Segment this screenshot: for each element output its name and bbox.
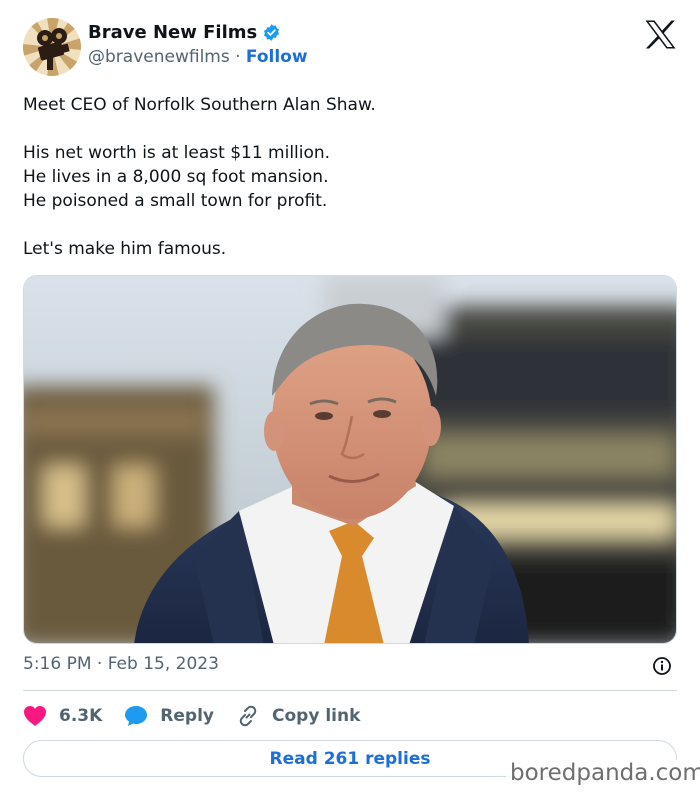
reply-button[interactable]: Reply (124, 705, 214, 727)
copy-link-button[interactable]: Copy link (236, 704, 360, 728)
tweet-line: His net worth is at least $11 million. (23, 143, 331, 163)
handle-separator: · (235, 47, 241, 67)
tweet-actions: 6.3K Reply Copy link (23, 702, 382, 730)
tweet-line: He poisoned a small town for profit. (23, 191, 328, 211)
author-avatar[interactable] (23, 18, 81, 76)
portrait-photo (24, 276, 676, 643)
tweet-line: He lives in a 8,000 sq foot mansion. (23, 167, 329, 187)
tweet-line: Meet CEO of Norfolk Southern Alan Shaw. (23, 95, 376, 115)
reply-label: Reply (160, 706, 214, 726)
verified-badge-icon (264, 24, 280, 41)
divider (23, 690, 677, 691)
like-count: 6.3K (59, 706, 103, 726)
x-logo-icon[interactable] (645, 20, 676, 49)
link-icon (239, 705, 257, 727)
like-button[interactable]: 6.3K (23, 705, 102, 727)
author-display-name[interactable]: Brave New Films (88, 22, 281, 43)
tweet-timestamp[interactable]: 5:16 PM · Feb 15, 2023 (23, 654, 219, 674)
watermark: boredpanda.com (506, 760, 700, 786)
heart-icon (24, 706, 46, 726)
reply-bubble-icon (125, 706, 148, 726)
follow-button[interactable]: Follow (246, 47, 308, 67)
author-handle-row: @bravenewfilms · Follow (88, 47, 308, 67)
tweet-text: Meet CEO of Norfolk Southern Alan Shaw. … (23, 93, 673, 261)
copy-link-label: Copy link (272, 706, 361, 726)
info-icon[interactable] (652, 656, 672, 676)
author-name-text: Brave New Films (88, 22, 258, 43)
film-camera-avatar-icon (23, 18, 81, 76)
tweet-photo[interactable] (23, 275, 677, 644)
author-handle[interactable]: @bravenewfilms (88, 47, 230, 67)
tweet-line: Let's make him famous. (23, 239, 227, 259)
